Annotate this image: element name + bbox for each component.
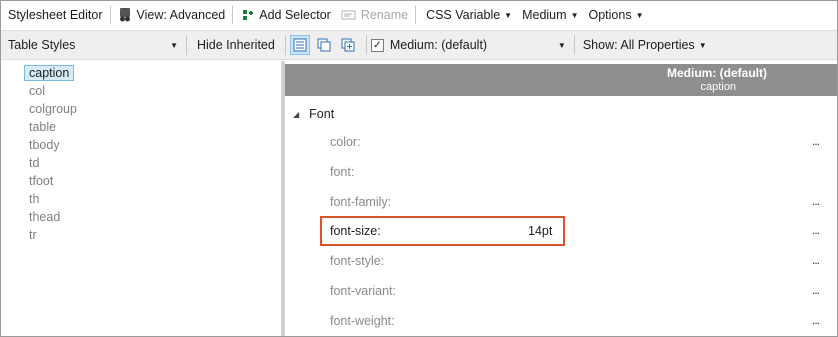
styles-combo-value: Table Styles (8, 38, 76, 52)
more-button[interactable]: ... (812, 134, 820, 148)
css-variable-label: CSS Variable (426, 8, 501, 22)
toolbar-divider (284, 35, 286, 55)
more-button[interactable]: ... (812, 223, 820, 237)
property-row[interactable]: font-variant: (330, 279, 820, 303)
property-name: font-variant: (330, 284, 397, 298)
options-label: Options (588, 8, 632, 22)
secondary-toolbar: Table Styles ▼ Hide Inherited ✓ Medium: … (1, 30, 837, 60)
selector-item[interactable]: thead (1, 208, 281, 226)
main-toolbar: Stylesheet Editor View: Advanced Add Sel… (1, 1, 837, 29)
collapse-triangle-icon: ◢ (293, 109, 300, 119)
medium-header-label: Medium: (default) (667, 66, 767, 80)
property-row[interactable]: color: (330, 130, 820, 154)
property-name: font-style: (330, 254, 385, 268)
toolbar-divider (109, 6, 111, 24)
more-button[interactable]: ... (812, 283, 820, 297)
property-name: font-size: (330, 224, 381, 238)
toolbar-divider (415, 6, 417, 24)
group-label: Font (309, 107, 335, 121)
medium-menu[interactable]: Medium ▼ (519, 4, 581, 26)
add-copy-icon[interactable] (338, 35, 358, 55)
property-value: 14pt (528, 224, 553, 238)
add-selector-label: Add Selector (259, 8, 331, 22)
css-variable-menu[interactable]: CSS Variable ▼ (423, 4, 515, 26)
medium-column-header: Medium: (default) caption (285, 64, 837, 96)
toolbar-divider (186, 35, 187, 55)
selector-item[interactable]: td (1, 154, 281, 172)
selector-item[interactable]: colgroup (1, 100, 281, 118)
add-selector-button[interactable]: Add Selector (237, 4, 334, 26)
toolbar-divider (232, 6, 234, 24)
caret-down-icon: ▼ (635, 10, 644, 20)
caret-down-icon: ▼ (557, 40, 566, 50)
property-row-font-size[interactable]: font-size: 14pt (330, 219, 820, 243)
styles-combo[interactable]: Table Styles ▼ (4, 34, 182, 56)
medium-combo-value: Medium: (default) (389, 38, 488, 52)
property-name: font: (330, 165, 355, 179)
property-name: font-weight: (330, 314, 395, 328)
selector-item[interactable]: tfoot (1, 172, 281, 190)
property-row[interactable]: font-family: (330, 190, 820, 214)
caret-down-icon: ▼ (170, 40, 178, 50)
show-properties-menu[interactable]: Show: All Properties ▼ (579, 34, 711, 56)
copy-icon[interactable] (314, 35, 334, 55)
medium-label: Medium (522, 8, 567, 22)
selector-item[interactable]: th (1, 190, 281, 208)
more-button[interactable]: ... (812, 253, 820, 267)
show-properties-label: Show: All Properties (582, 38, 695, 52)
options-menu[interactable]: Options ▼ (585, 4, 646, 26)
selector-item[interactable]: col (1, 82, 281, 100)
property-row[interactable]: font-weight: (330, 309, 820, 333)
property-row[interactable]: font-style: (330, 249, 820, 273)
property-name: color: (330, 135, 361, 149)
more-button[interactable]: ... (812, 313, 820, 327)
medium-combo[interactable]: Medium: (default) ▼ (390, 34, 570, 56)
selector-header-label: caption (700, 81, 736, 93)
selector-item[interactable]: caption (1, 64, 281, 82)
hide-inherited-label: Hide Inherited (197, 38, 275, 52)
selector-list: caption col colgroup table tbody td tfoo… (1, 61, 281, 336)
rename-icon (341, 9, 356, 21)
checkbox-icon[interactable]: ✓ (370, 38, 384, 52)
selector-item[interactable]: table (1, 118, 281, 136)
view-label: View: Advanced (136, 8, 226, 22)
property-row[interactable]: font: (330, 160, 820, 184)
glasses-icon (118, 7, 132, 23)
view-button[interactable]: View: Advanced (115, 4, 229, 26)
toolbar-divider (573, 35, 575, 55)
rename-button[interactable]: Rename (338, 4, 411, 26)
add-selector-icon (240, 8, 254, 22)
selector-item[interactable]: tr (1, 226, 281, 244)
rename-label: Rename (360, 8, 409, 22)
property-name: font-family: (330, 195, 392, 209)
caret-down-icon: ▼ (504, 10, 513, 20)
hide-inherited-button[interactable]: Hide Inherited (191, 34, 281, 56)
selector-item[interactable]: tbody (1, 136, 281, 154)
toolbar-divider (365, 35, 367, 55)
caret-down-icon: ▼ (570, 10, 579, 20)
font-group-header[interactable]: ◢ Font (293, 107, 334, 121)
caret-down-icon: ▼ (698, 40, 707, 50)
toolbar-title: Stylesheet Editor (8, 8, 103, 22)
more-button[interactable]: ... (812, 194, 820, 208)
list-view-icon[interactable] (289, 35, 310, 55)
properties-panel: Medium: (default) caption ◢ Font color: … (285, 61, 837, 336)
